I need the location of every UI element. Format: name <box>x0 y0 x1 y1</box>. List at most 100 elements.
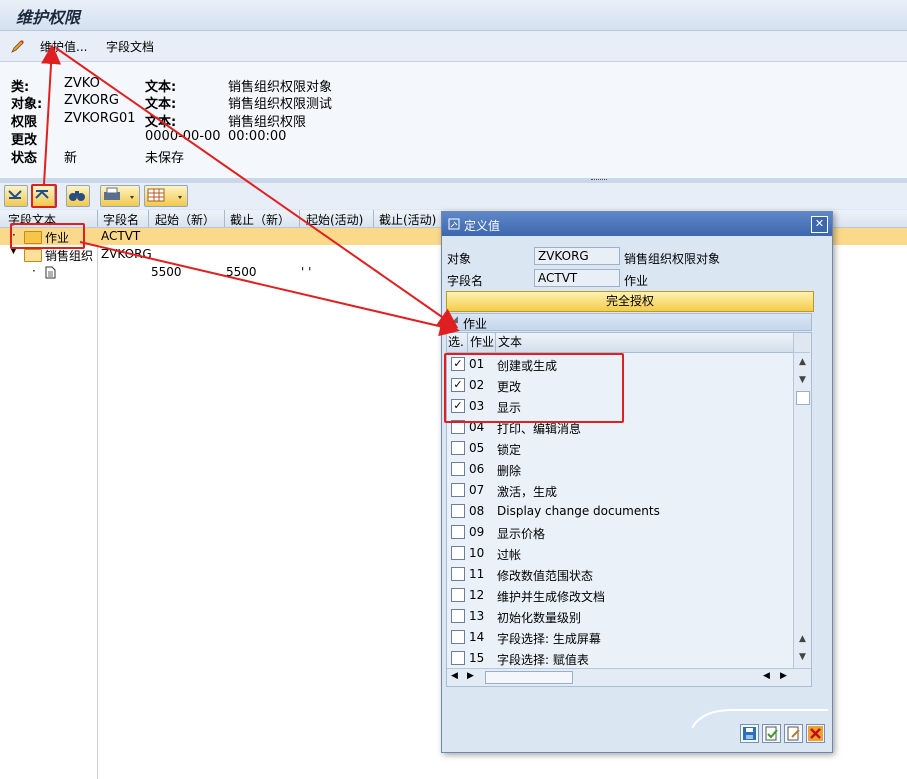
activity-row[interactable]: 06 删除 <box>447 459 795 480</box>
activity-row[interactable]: 08 Display change documents <box>447 501 795 522</box>
window-title: 维护权限 <box>16 8 81 27</box>
activity-row[interactable]: 10 过帐 <box>447 543 795 564</box>
activity-text: 字段选择: 赋值表 <box>497 653 589 667</box>
hscroll-thumb[interactable] <box>485 671 573 684</box>
panel-expand-icon[interactable]: ◢ <box>451 315 458 325</box>
grid-header-select[interactable]: 选. <box>447 333 467 353</box>
object-field[interactable]: ZVKORG <box>534 247 620 265</box>
scroll-down-bottom-icon[interactable]: ▼ <box>797 651 808 663</box>
grid-header-text[interactable]: 文本 <box>495 333 796 353</box>
dialog-close-button[interactable]: ✕ <box>811 216 828 233</box>
cancel-icon <box>808 726 823 741</box>
save-button[interactable] <box>740 724 759 743</box>
activity-code: 06 <box>469 462 485 476</box>
activity-code: 09 <box>469 525 485 539</box>
activity-panel-title: ◢ 作业 <box>446 313 812 331</box>
expand-all-button[interactable] <box>4 185 28 207</box>
activity-checkbox[interactable] <box>451 567 465 581</box>
activity-row[interactable]: 12 维护并生成修改文档 <box>447 585 795 606</box>
table-layout-icon <box>147 188 182 202</box>
activity-checkbox[interactable] <box>451 588 465 602</box>
scroll-up-icon[interactable]: ▲ <box>797 356 808 368</box>
activity-code: 11 <box>469 567 485 581</box>
tree-toolbar <box>0 183 907 209</box>
scroll-up-bottom-icon[interactable]: ▲ <box>797 633 808 645</box>
activity-code: 12 <box>469 588 485 602</box>
column-from-active[interactable]: 起始(活动) <box>306 211 363 228</box>
activity-text: 修改数值范围状态 <box>497 569 594 583</box>
scroll-right-end-icon[interactable]: ▶ <box>780 671 787 681</box>
save-icon <box>743 727 756 740</box>
activity-code: 14 <box>469 630 485 644</box>
grid-header-activity[interactable]: 作业 <box>467 333 496 353</box>
printer-icon <box>104 187 134 200</box>
grid-horizontal-scrollbar[interactable]: ◀ ▶ ◀ ▶ <box>447 668 811 686</box>
activity-text: 激活，生成 <box>497 485 558 499</box>
object-text: 销售组织权限对象 <box>624 252 721 266</box>
print-button[interactable] <box>100 185 140 207</box>
activity-text: 字段选择: 生成屏幕 <box>497 632 601 646</box>
transfer-button[interactable] <box>762 724 781 743</box>
cancel-button[interactable] <box>806 724 825 743</box>
object-label: 对象 <box>447 252 472 266</box>
activity-text: 删除 <box>497 464 522 478</box>
field-documentation-button[interactable]: 字段文档 <box>106 38 154 55</box>
document-edit-icon <box>787 726 800 741</box>
activity-code: 05 <box>469 441 485 455</box>
scroll-right-icon[interactable]: ▶ <box>467 671 474 681</box>
activity-code: 13 <box>469 609 485 623</box>
activity-checkbox[interactable] <box>451 630 465 644</box>
activity-text: 维护并生成修改文档 <box>497 590 606 604</box>
pencil-icon[interactable] <box>10 38 26 54</box>
open-folder-icon <box>24 249 42 262</box>
find-button[interactable] <box>66 185 90 207</box>
field-name-field[interactable]: ACTVT <box>534 269 620 287</box>
field-name-label: 字段名 <box>447 274 484 288</box>
activity-text: 锁定 <box>497 443 522 457</box>
application-toolbar: 维护值... 字段文档 <box>0 31 907 62</box>
full-authorization-button[interactable]: 完全授权 <box>446 291 814 312</box>
edit-document-button[interactable] <box>784 724 803 743</box>
dialog-title-bar: 定义值 ✕ <box>442 212 832 236</box>
activity-checkbox[interactable] <box>451 609 465 623</box>
dialog-title: 定义值 <box>464 219 501 233</box>
grid-vertical-scrollbar[interactable]: ▲ ▼ ▲ ▼ <box>793 333 811 668</box>
dialog-window-icon <box>448 218 460 230</box>
annotation-box-collapse <box>31 184 57 208</box>
activity-text: 显示价格 <box>497 527 546 541</box>
scroll-down-icon[interactable]: ▼ <box>797 374 808 386</box>
activity-row[interactable]: 05 锁定 <box>447 438 795 459</box>
window-title-bar: 维护权限 <box>0 0 907 31</box>
layout-button[interactable] <box>144 185 188 207</box>
activity-code: 15 <box>469 651 485 665</box>
activity-row[interactable]: 13 初始化数量级别 <box>447 606 795 627</box>
column-field-name[interactable]: 字段名 <box>103 211 139 228</box>
activity-checkbox[interactable] <box>451 546 465 560</box>
activity-checkbox[interactable] <box>451 525 465 539</box>
activity-checkbox[interactable] <box>451 651 465 665</box>
activity-text: 初始化数量级别 <box>497 611 582 625</box>
activity-checkbox[interactable] <box>451 483 465 497</box>
activity-row[interactable]: 15 字段选择: 赋值表 <box>447 648 795 669</box>
annotation-box-selected-activities <box>444 353 624 423</box>
scroll-left-end-icon[interactable]: ◀ <box>763 671 770 681</box>
activity-row[interactable]: 11 修改数值范围状态 <box>447 564 795 585</box>
scroll-thumb[interactable] <box>796 391 810 405</box>
activity-text: Display change documents <box>497 504 660 518</box>
field-text: 作业 <box>624 274 649 288</box>
activity-checkbox[interactable] <box>451 462 465 476</box>
document-icon <box>45 266 56 279</box>
activity-row[interactable]: 09 显示价格 <box>447 522 795 543</box>
activity-checkbox[interactable] <box>451 504 465 518</box>
activity-row[interactable]: 14 字段选择: 生成屏幕 <box>447 627 795 648</box>
activity-text: 过帐 <box>497 548 522 562</box>
activity-code: 07 <box>469 483 485 497</box>
column-to-active[interactable]: 截止(活动) <box>379 211 436 228</box>
activity-checkbox[interactable] <box>451 441 465 455</box>
maintain-values-button[interactable]: 维护值... <box>40 38 87 55</box>
expand-all-icon <box>8 190 22 199</box>
activity-row[interactable]: 07 激活，生成 <box>447 480 795 501</box>
scroll-left-icon[interactable]: ◀ <box>451 671 458 681</box>
column-to-new[interactable]: 截止（新） <box>230 211 290 228</box>
column-from-new[interactable]: 起始（新） <box>155 211 215 228</box>
